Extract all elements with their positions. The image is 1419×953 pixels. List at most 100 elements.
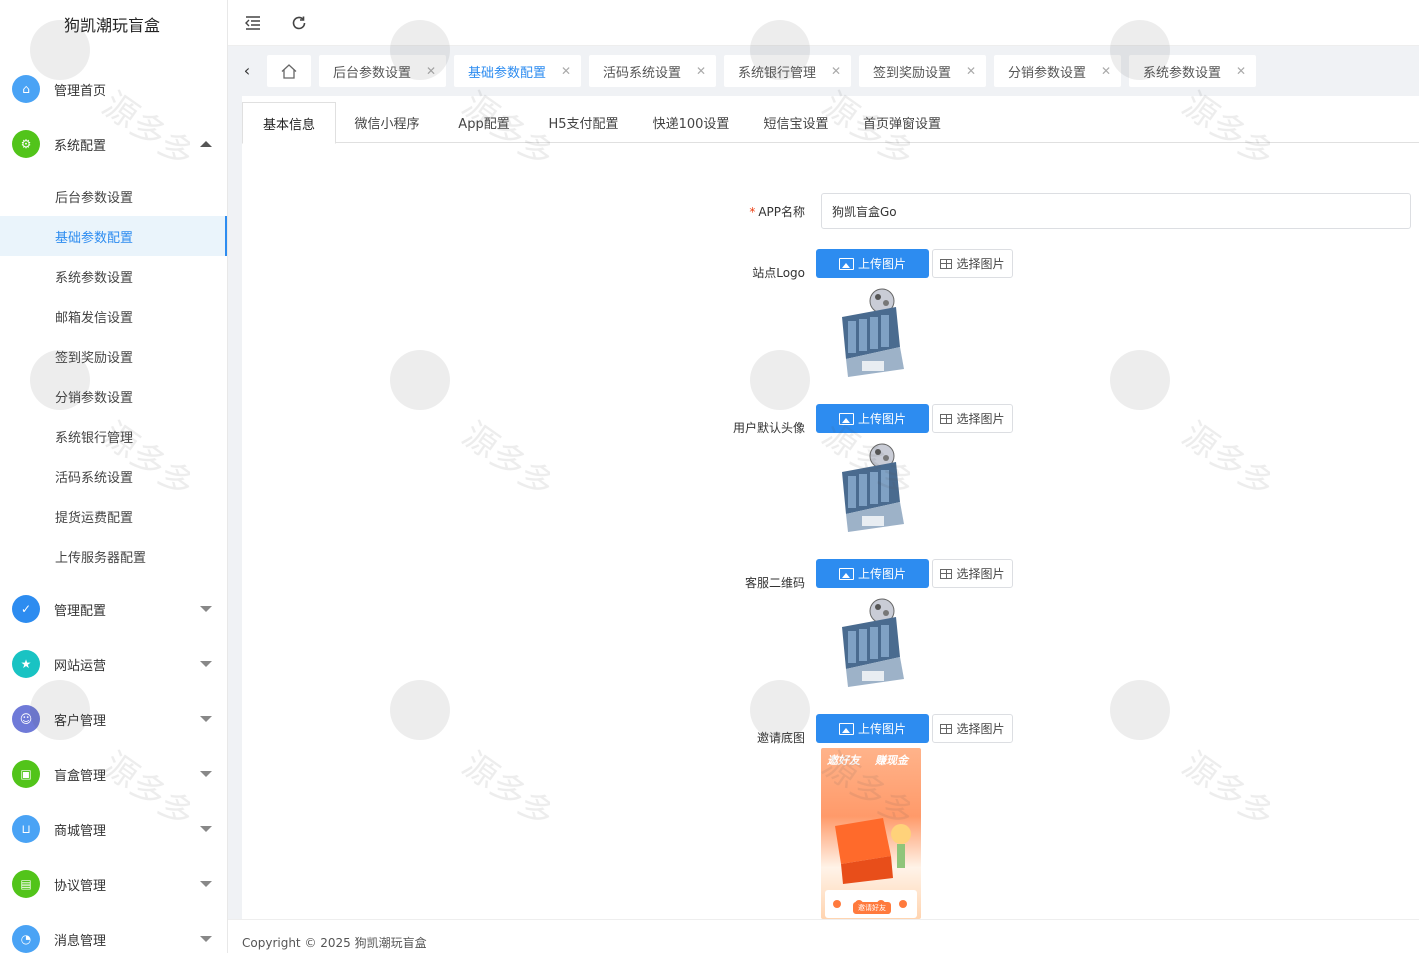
avatar-thumbnail[interactable]: [834, 442, 914, 534]
image-icon: [838, 257, 854, 270]
sidebar-item-label: 客户管理: [54, 713, 107, 729]
tab-label: 活码系统设置: [603, 65, 682, 81]
sidebar-item-label: 消息管理: [54, 933, 107, 949]
close-icon[interactable]: ✕: [561, 64, 571, 78]
sidebar-item-blindbox[interactable]: ▣ 盲盒管理: [0, 752, 227, 796]
invite-select-button[interactable]: 选择图片: [932, 714, 1013, 743]
tab-admin-params[interactable]: 后台参数设置 ✕: [319, 55, 446, 87]
star-icon: ★: [12, 650, 40, 678]
chevron-down-icon: [200, 936, 212, 942]
gift-icon: ▣: [12, 760, 40, 788]
sidebar-item-admin-config[interactable]: ✓ 管理配置: [0, 587, 227, 631]
tab-label: 后台参数设置: [333, 65, 412, 81]
close-icon[interactable]: ✕: [426, 64, 436, 78]
tab-wechat-miniprogram[interactable]: 微信小程序: [342, 102, 432, 143]
sidebar-item-label: 管理首页: [54, 83, 107, 99]
sidebar-item-home[interactable]: ⌂ 管理首页: [0, 67, 227, 111]
default-avatar-label: 用户默认头像: [732, 421, 805, 435]
grid-icon: [940, 258, 953, 269]
image-icon: [838, 567, 854, 580]
close-icon[interactable]: ✕: [831, 64, 841, 78]
avatar-select-button[interactable]: 选择图片: [932, 404, 1013, 433]
sidebar-subitem-checkin[interactable]: 签到奖励设置: [0, 336, 227, 376]
sidebar-subitem-basic-params[interactable]: 基础参数配置: [0, 216, 227, 256]
logo-thumbnail[interactable]: [834, 287, 914, 379]
app-name-input[interactable]: 狗凯盲盒Go: [821, 193, 1411, 229]
sidebar-subitem-upload-server[interactable]: 上传服务器配置: [0, 536, 227, 576]
qrcode-select-button[interactable]: 选择图片: [932, 559, 1013, 588]
sidebar-item-site-ops[interactable]: ★ 网站运营: [0, 642, 227, 686]
document-icon: ▤: [12, 870, 40, 898]
poster-tag: 邀请好友: [853, 902, 891, 914]
logo-upload-button[interactable]: 上传图片: [816, 249, 929, 278]
tab-kuaidi100[interactable]: 快递100设置: [642, 102, 740, 143]
page-tab-strip: ‹ 后台参数设置 ✕ 基础参数配置 ✕ 活码系统设置 ✕ 系统银行管理 ✕ 签到奖励设置…: [228, 46, 1419, 96]
tab-label: 分销参数设置: [1008, 65, 1087, 81]
app-name-label: * APP名称: [749, 205, 805, 219]
sidebar-item-agreements[interactable]: ▤ 协议管理: [0, 862, 227, 906]
tab-home-popup[interactable]: 首页弹窗设置: [852, 102, 952, 143]
refresh-icon[interactable]: [288, 12, 310, 34]
qrcode-thumbnail[interactable]: [834, 597, 914, 689]
tab-livecode[interactable]: 活码系统设置 ✕: [589, 55, 716, 87]
brand-title: 狗凯潮玩盲盒: [64, 16, 161, 35]
tab-basic-info[interactable]: 基本信息: [242, 102, 336, 144]
sidebar-subitem-admin-params[interactable]: 后台参数设置: [0, 176, 227, 216]
sidebar-item-system-config[interactable]: ⚙ 系统配置: [0, 122, 227, 166]
footer: Copyright © 2025 狗凯潮玩盲盒: [228, 919, 1419, 953]
home-icon: ⌂: [12, 75, 40, 103]
tab-h5-pay[interactable]: H5支付配置: [537, 102, 630, 143]
sidebar-item-label: 商城管理: [54, 823, 107, 839]
sidebar-item-customers[interactable]: ☺ 客户管理: [0, 697, 227, 741]
chevron-down-icon: [200, 661, 212, 667]
sidebar-subitem-livecode[interactable]: 活码系统设置: [0, 456, 227, 496]
copyright-text: Copyright © 2025 狗凯潮玩盲盒: [242, 936, 427, 950]
tab-system-params[interactable]: 系统参数设置 ✕: [1129, 55, 1256, 87]
poster-title-right: 赚现金: [875, 754, 908, 767]
sidebar-item-mall[interactable]: ⊔ 商城管理: [0, 807, 227, 851]
site-logo-label: 站点Logo: [752, 266, 805, 280]
sidebar-subitem-bank[interactable]: 系统银行管理: [0, 416, 227, 456]
chevron-up-icon: [200, 141, 212, 147]
shield-icon: ✓: [12, 595, 40, 623]
sidebar-item-messages[interactable]: ◔ 消息管理: [0, 917, 227, 953]
qrcode-upload-button[interactable]: 上传图片: [816, 559, 929, 588]
chevron-left-icon[interactable]: ‹: [240, 60, 254, 80]
sidebar-item-label: 管理配置: [54, 603, 107, 619]
invite-background-label: 邀请底图: [756, 731, 805, 745]
chevron-down-icon: [200, 771, 212, 777]
sidebar-item-label: 盲盒管理: [54, 768, 107, 784]
tab-app-config[interactable]: App配置: [442, 102, 526, 143]
grid-icon: [940, 413, 953, 424]
invite-upload-button[interactable]: 上传图片: [816, 714, 929, 743]
close-icon[interactable]: ✕: [966, 64, 976, 78]
sidebar-subitem-mail[interactable]: 邮箱发信设置: [0, 296, 227, 336]
tab-label: 签到奖励设置: [873, 65, 952, 81]
chevron-down-icon: [200, 881, 212, 887]
avatar-upload-button[interactable]: 上传图片: [816, 404, 929, 433]
grid-icon: [940, 723, 953, 734]
content-panel: 基本信息 微信小程序 App配置 H5支付配置 快递100设置 短信宝设置 首页…: [242, 96, 1419, 919]
sidebar-subitem-distribution[interactable]: 分销参数设置: [0, 376, 227, 416]
close-icon[interactable]: ✕: [1236, 64, 1246, 78]
tab-checkin[interactable]: 签到奖励设置 ✕: [859, 55, 986, 87]
tab-basic-params[interactable]: 基础参数配置 ✕: [454, 55, 581, 87]
sidebar-subitem-shipping[interactable]: 提货运费配置: [0, 496, 227, 536]
tab-smsbao[interactable]: 短信宝设置: [752, 102, 840, 143]
invite-poster-thumbnail[interactable]: 邀好友 赚现金 邀请好友: [821, 748, 921, 919]
chevron-down-icon: [200, 826, 212, 832]
tab-label: 系统参数设置: [1143, 65, 1222, 81]
close-icon[interactable]: ✕: [696, 64, 706, 78]
sidebar-item-label: 网站运营: [54, 658, 107, 674]
menu-collapse-icon[interactable]: [242, 12, 264, 34]
tab-distribution[interactable]: 分销参数设置 ✕: [994, 55, 1121, 87]
chevron-down-icon: [200, 716, 212, 722]
grid-icon: [940, 568, 953, 579]
sidebar-subitem-system-params[interactable]: 系统参数设置: [0, 256, 227, 296]
logo-select-button[interactable]: 选择图片: [932, 249, 1013, 278]
tab-label: 系统银行管理: [738, 65, 817, 81]
tab-home[interactable]: [267, 55, 311, 87]
tab-bank[interactable]: 系统银行管理 ✕: [724, 55, 851, 87]
service-qrcode-label: 客服二维码: [744, 576, 805, 590]
close-icon[interactable]: ✕: [1101, 64, 1111, 78]
